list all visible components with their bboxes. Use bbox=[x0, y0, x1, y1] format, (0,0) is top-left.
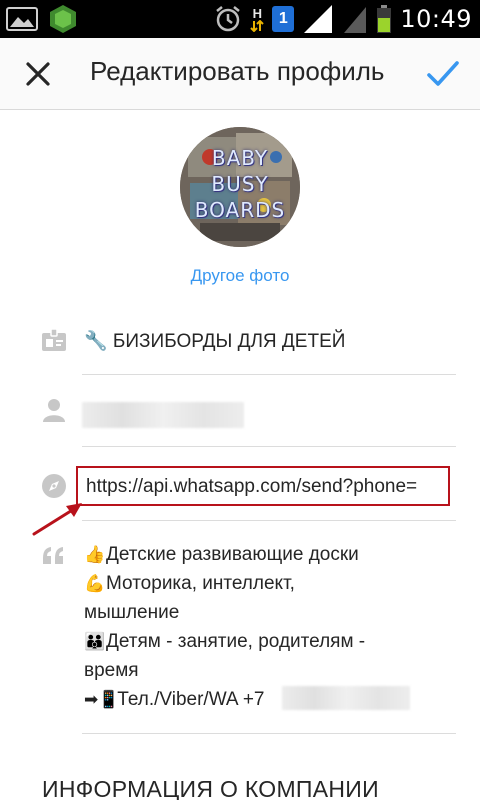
profile-avatar[interactable]: BABY BUSY BOARDS bbox=[180, 127, 300, 247]
data-arrows-icon bbox=[250, 19, 265, 32]
change-photo-link[interactable]: Другое фото bbox=[0, 266, 480, 286]
annotation-arrow bbox=[32, 503, 82, 536]
bio-line-text: время bbox=[84, 660, 139, 681]
phone-arrow-icon: ➡📱 bbox=[84, 690, 120, 709]
edit-profile-header: Редактировать профиль bbox=[0, 38, 480, 110]
status-bar: H 1 10:49 bbox=[0, 0, 480, 38]
bio-line: 👪Детям - занятие, родителям - bbox=[84, 627, 454, 656]
divider bbox=[82, 520, 456, 521]
network-type-indicator: H bbox=[250, 5, 265, 32]
clock: 10:49 bbox=[400, 5, 472, 33]
phone-number-redacted bbox=[282, 686, 410, 710]
username-field[interactable] bbox=[82, 402, 244, 428]
bio-line-text: Детям - занятие, родителям - bbox=[106, 631, 366, 652]
page-title: Редактировать профиль bbox=[90, 56, 385, 86]
bio-line-text: Детские развивающие доски bbox=[106, 544, 359, 565]
sim-slot-badge: 1 bbox=[272, 6, 295, 32]
bio-line: 👍Детские развивающие доски bbox=[84, 540, 454, 569]
close-icon[interactable] bbox=[22, 58, 54, 90]
bio-line: 💪Моторика, интеллект, bbox=[84, 569, 454, 598]
avatar-logo-text: BABY BUSY BOARDS bbox=[180, 145, 300, 223]
person-icon bbox=[43, 399, 65, 422]
quote-icon bbox=[43, 547, 63, 564]
website-field[interactable]: https://api.whatsapp.com/send?phone= bbox=[76, 466, 450, 506]
company-info-heading: ИНФОРМАЦИЯ О КОМПАНИИ bbox=[42, 776, 379, 800]
avatar-logo-line-2: BUSY bbox=[211, 172, 269, 196]
divider bbox=[82, 374, 456, 375]
compass-icon bbox=[42, 474, 66, 498]
website-value: https://api.whatsapp.com/send?phone= bbox=[86, 476, 418, 497]
checkmark-icon[interactable] bbox=[426, 58, 460, 90]
avatar-logo-line-3: BOARDS bbox=[194, 198, 286, 222]
status-bar-system: H 1 10:49 bbox=[214, 2, 472, 36]
bio-line-text: Тел./Viber/WA +7 bbox=[117, 689, 265, 710]
id-card-icon bbox=[42, 328, 66, 351]
alarm-icon bbox=[216, 6, 241, 32]
avatar-logo-line-1: BABY bbox=[211, 146, 269, 170]
bio-line: мышление bbox=[84, 598, 454, 627]
flexed-bicep-icon: 💪 bbox=[84, 574, 106, 593]
signal-strength-secondary-icon bbox=[344, 7, 367, 33]
divider bbox=[82, 733, 456, 734]
bio-line-text: мышление bbox=[84, 602, 180, 623]
thumbs-up-icon: 👍 bbox=[84, 545, 106, 564]
signal-strength-icon bbox=[304, 5, 333, 33]
network-type-label: H bbox=[252, 5, 263, 21]
divider bbox=[82, 446, 456, 447]
bio-line-text: Моторика, интеллект, bbox=[106, 573, 295, 594]
bio-line: время bbox=[84, 656, 454, 685]
full-name-field[interactable]: 🔧 БИЗИБОРДЫ ДЛЯ ДЕТЕЙ bbox=[84, 329, 345, 353]
gallery-icon bbox=[6, 7, 38, 31]
app-notification-icon bbox=[50, 5, 76, 33]
battery-icon bbox=[377, 5, 392, 33]
family-icon: 👪 bbox=[84, 632, 106, 651]
status-bar-notifications bbox=[6, 4, 78, 34]
